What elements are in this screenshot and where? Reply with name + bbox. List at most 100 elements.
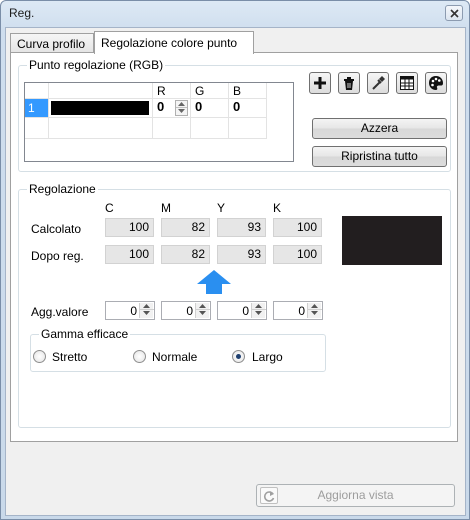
points-grid[interactable]: R G B 1 0 0 0: [24, 82, 294, 162]
column-header-g: G: [191, 83, 229, 99]
grid-corner: [25, 83, 49, 99]
effective-range-group: Gamma efficace Stretto Normale Largo: [30, 327, 326, 372]
channel-header-k: K: [273, 201, 282, 215]
add-point-button[interactable]: [309, 72, 331, 94]
chevron-down-icon: [199, 311, 206, 315]
range-stretto-radio[interactable]: [33, 350, 46, 363]
tab-regolazione-colore-punto[interactable]: Regolazione colore punto: [94, 31, 254, 54]
range-largo-label[interactable]: Largo: [252, 350, 283, 364]
spin-up-button[interactable]: [196, 303, 210, 310]
tab-curva-profilo[interactable]: Curva profilo: [10, 33, 94, 53]
chevron-down-icon: [143, 311, 150, 315]
chevron-up-icon: [311, 304, 318, 308]
dialog-window: Reg. Curva profilo Regolazione colore pu…: [0, 0, 470, 520]
tab-label: Regolazione colore punto: [101, 36, 238, 50]
range-stretto-label[interactable]: Stretto: [52, 350, 87, 364]
value-g: 0: [195, 99, 203, 114]
color-preview-swatch: [342, 216, 442, 265]
column-header-b: B: [229, 83, 267, 99]
window-title: Reg.: [9, 6, 35, 20]
chevron-up-icon: [199, 304, 206, 308]
chevron-down-icon: [178, 109, 185, 113]
chevron-down-icon: [311, 311, 318, 315]
group-title: Regolazione: [27, 182, 98, 196]
spin-down-button[interactable]: [140, 310, 154, 317]
close-icon: [450, 9, 459, 18]
chevron-down-icon: [255, 311, 262, 315]
spin-up-button[interactable]: [252, 303, 266, 310]
calculated-m: 82: [161, 218, 210, 237]
eyedropper-icon: [372, 76, 385, 90]
delete-point-button[interactable]: [338, 72, 360, 94]
spin-up-button[interactable]: [308, 303, 322, 310]
calculated-k: 100: [273, 218, 322, 237]
spin-down-button[interactable]: [308, 310, 322, 317]
grid-empty-cell: [229, 118, 267, 139]
add-value-k-input[interactable]: 0: [273, 301, 323, 320]
add-value-k: 0: [298, 304, 305, 318]
range-largo-radio[interactable]: [232, 350, 245, 363]
add-value-c-input[interactable]: 0: [105, 301, 155, 320]
value-r[interactable]: 0: [153, 98, 164, 114]
column-header-r: R: [153, 83, 191, 99]
spin-up-button[interactable]: [176, 101, 187, 108]
channel-header-m: M: [161, 201, 171, 215]
refresh-icon-box: [260, 487, 278, 504]
refresh-label: Aggiorna vista: [317, 488, 394, 502]
row-number[interactable]: 1: [25, 99, 49, 118]
palette-button[interactable]: [425, 72, 447, 94]
grid-empty-cell: [153, 118, 191, 139]
chevron-up-icon: [178, 102, 185, 106]
c-spinner[interactable]: [139, 303, 154, 318]
arrow-up-icon: [197, 270, 231, 294]
add-value-m: 0: [186, 304, 193, 318]
row-swatch-cell[interactable]: [49, 99, 153, 118]
after-adjust-label: Dopo reg.: [31, 249, 84, 263]
calculated-y: 93: [217, 218, 266, 237]
m-spinner[interactable]: [195, 303, 210, 318]
palette-icon: [429, 76, 443, 90]
client-area: Curva profilo Regolazione colore punto P…: [5, 27, 466, 516]
restore-all-button[interactable]: Ripristina tutto: [312, 146, 447, 167]
group-title: Gamma efficace: [39, 327, 131, 341]
k-spinner[interactable]: [307, 303, 322, 318]
after-y: 93: [217, 245, 266, 264]
refresh-view-button[interactable]: Aggiorna vista: [256, 484, 455, 507]
spin-up-button[interactable]: [140, 303, 154, 310]
range-normale-label[interactable]: Normale: [152, 350, 197, 364]
table-icon: [400, 76, 414, 90]
calculated-c: 100: [105, 218, 154, 237]
y-spinner[interactable]: [251, 303, 266, 318]
add-value-m-input[interactable]: 0: [161, 301, 211, 320]
cell-b[interactable]: 0: [229, 99, 267, 118]
trash-icon: [344, 77, 354, 90]
plus-icon: [314, 77, 326, 89]
color-swatch: [51, 101, 149, 115]
grid-empty-cell: [191, 118, 229, 139]
chevron-up-icon: [143, 304, 150, 308]
after-k: 100: [273, 245, 322, 264]
spin-down-button[interactable]: [176, 108, 187, 115]
close-button[interactable]: [445, 5, 463, 21]
cell-g[interactable]: 0: [191, 99, 229, 118]
reset-button[interactable]: Azzera: [312, 118, 447, 139]
spin-down-button[interactable]: [196, 310, 210, 317]
value-b: 0: [233, 99, 241, 114]
grid-header-swatch: [49, 83, 153, 99]
r-spinner[interactable]: [175, 100, 188, 116]
group-title: Punto regolazione (RGB): [27, 58, 166, 72]
tab-label: Curva profilo: [17, 37, 86, 51]
chevron-up-icon: [255, 304, 262, 308]
cell-r[interactable]: 0: [153, 99, 191, 118]
after-c: 100: [105, 245, 154, 264]
table-view-button[interactable]: [396, 72, 418, 94]
eyedropper-button[interactable]: [367, 72, 389, 94]
add-value-y: 0: [242, 304, 249, 318]
calculated-label: Calcolato: [31, 222, 82, 236]
refresh-icon: [263, 491, 275, 502]
spin-down-button[interactable]: [252, 310, 266, 317]
add-value-y-input[interactable]: 0: [217, 301, 267, 320]
channel-header-c: C: [105, 201, 114, 215]
range-normale-radio[interactable]: [133, 350, 146, 363]
point-adjust-group: Punto regolazione (RGB) R G B 1 0 0 0 Az…: [18, 58, 451, 172]
